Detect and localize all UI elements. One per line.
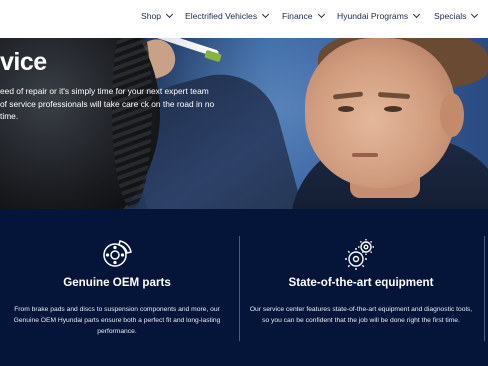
nav-item-label: Finance [282,11,313,21]
chevron-down-icon [317,10,325,19]
chevron-down-icon [471,10,479,19]
hero-title: vice [0,48,47,76]
nav-item-specials[interactable]: Specials [434,10,479,21]
nav-item-shop[interactable]: Shop [141,10,174,21]
technician-ear [440,93,464,137]
nav-item-label: Shop [141,11,162,21]
feature-title: Genuine OEM parts [63,276,171,289]
technician-head [305,38,455,188]
features-section: Genuine OEM parts From brake pads and di… [0,209,488,366]
hero-description: eed of repair or it's simply time for yo… [0,86,215,122]
nav-item-electrified-vehicles[interactable]: Electrified Vehicles [185,10,270,21]
brake-disc-icon [100,237,134,271]
technician-mouth [352,153,378,157]
chevron-down-icon [166,10,174,19]
feature-description: From brake pads and discs to suspension … [13,306,221,335]
feature-divider [484,236,485,341]
feature-title: State-of-the-art equipment [288,276,434,289]
technician-eye [384,106,402,112]
gears-icon [344,237,378,271]
nav-item-label: Specials [434,11,467,21]
hero-banner: vice eed of repair or it's simply time f… [0,38,488,209]
feature-divider [239,236,240,341]
nav-item-finance[interactable]: Finance [282,10,325,21]
chevron-down-icon [413,10,421,19]
top-navigation: Shop Electrified Vehicles Finance Hyunda… [0,0,488,38]
technician-eye [338,106,354,112]
nav-item-hyundai-programs[interactable]: Hyundai Programs [337,10,421,21]
chevron-down-icon [262,10,270,19]
nav-item-label: Hyundai Programs [337,11,409,21]
nav-item-label: Electrified Vehicles [185,11,258,21]
feature-description: Our service center features state-of-the… [249,306,473,324]
